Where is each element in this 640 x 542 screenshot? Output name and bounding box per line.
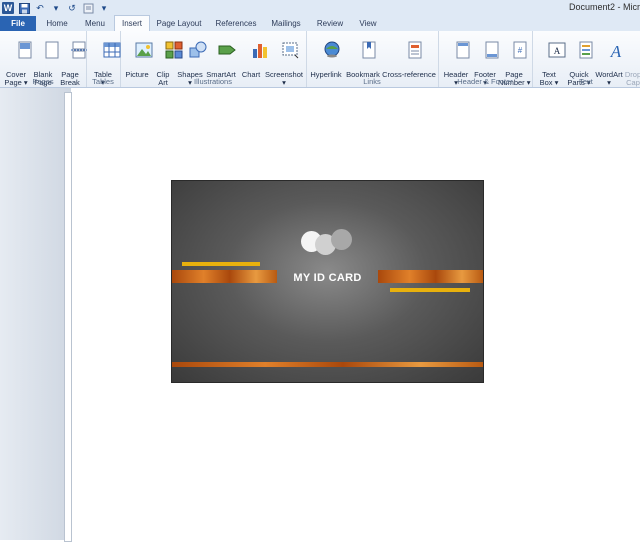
undo-icon[interactable]: ↶ [34,2,46,14]
tab-insert[interactable]: Insert [114,15,150,31]
quick-parts-icon [579,41,593,59]
tab-review[interactable]: Review [312,16,348,31]
tab-references[interactable]: References [212,16,260,31]
page-break-icon [70,41,87,59]
window-title: Document2 - Micro [569,2,640,12]
logo-circle-3 [331,229,352,250]
redo-icon[interactable]: ↺ [66,2,78,14]
smartart-icon [218,45,237,55]
group-label-links: Links [363,77,381,86]
shapes-icon [189,41,207,58]
cross-reference-icon [408,41,422,59]
group-illustrations: Picture Clip Art Shapes ▾ SmartArt Chart… [120,31,307,87]
page-number-icon: # [513,41,527,59]
drop-cap-icon: A [637,41,640,59]
customize-qat-icon[interactable]: ▾ [98,2,110,14]
tab-page-layout[interactable]: Page Layout [154,16,204,31]
title-bar: W ↶ ▾ ↺ ▾ Document2 - Micro [0,0,640,17]
yellow-bar-right [390,288,470,292]
header-icon [456,41,470,59]
ribbon-insert: Cover Page ▾ Blank Page Page Break Pages… [0,31,640,88]
svg-text:A: A [609,42,621,59]
vertical-ruler[interactable] [64,92,72,542]
group-label-header-footer: Header & Footer [457,77,513,86]
group-tables: Table ▾ Tables [86,31,121,87]
tab-menu[interactable]: Menu [80,16,110,31]
screenshot-icon [282,42,299,59]
yellow-bar-left [182,262,260,266]
tab-view[interactable]: View [354,16,382,31]
print-preview-icon[interactable] [82,2,94,14]
tab-mailings[interactable]: Mailings [266,16,306,31]
group-header-footer: Header ▾ Footer ▾ # Page Number ▾ Header… [438,31,533,87]
quick-access-toolbar: W ↶ ▾ ↺ ▾ [2,1,110,15]
tab-home[interactable]: Home [42,16,72,31]
bookmark-icon [362,41,376,59]
hyperlink-icon [324,41,340,58]
group-label-illustrations: Illustrations [194,77,232,86]
group-text: A Text Box ▾ Quick Parts ▾ A WordArt ▾ A… [532,31,640,87]
group-label-tables: Tables [92,77,114,86]
svg-text:A: A [553,46,560,56]
tab-file[interactable]: File [0,16,36,31]
card-title: MY ID CARD [293,272,362,284]
wordart-icon: A [609,42,621,61]
document-left-margin [0,88,71,540]
group-links: Hyperlink Bookmark Cross-reference Links [306,31,439,87]
save-icon[interactable] [18,2,30,14]
group-label-text: Text [579,77,593,86]
undo-dropdown-icon[interactable]: ▾ [50,2,62,14]
group-label-pages: Pages [32,77,54,86]
table-icon [103,42,121,58]
ribbon-tabs: File Home Menu Insert Page Layout Refere… [0,15,640,31]
svg-text:#: # [518,46,523,55]
text-box-icon: A [548,42,566,58]
word-logo-icon[interactable]: W [2,2,14,14]
picture-icon [135,42,153,58]
id-card-image[interactable]: MY ID CARD [171,180,484,383]
group-pages: Cover Page ▾ Blank Page Page Break Pages [0,31,87,87]
orange-band-bottom [172,362,483,367]
